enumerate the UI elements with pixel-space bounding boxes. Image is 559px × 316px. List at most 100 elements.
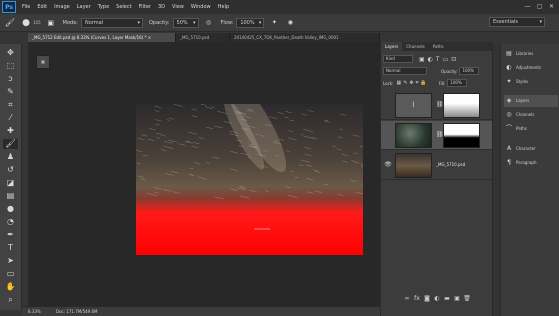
brush-tool-icon[interactable]: 🖌 bbox=[4, 17, 16, 29]
pressure-size-icon[interactable]: ◉ bbox=[284, 17, 296, 29]
lasso-tool-icon[interactable]: ↄ bbox=[3, 74, 18, 84]
new-group-icon[interactable]: ▬ bbox=[442, 294, 452, 304]
airbrush-icon[interactable]: ✦ bbox=[268, 17, 280, 29]
panel-libraries[interactable]: ▤ Libraries bbox=[504, 48, 558, 60]
tab-layers[interactable]: Layers bbox=[381, 42, 403, 51]
lock-fill-row: Lock: ▦✎✥⌗🔒 Fill: 100% bbox=[383, 78, 491, 88]
layer-opacity-field[interactable]: 100% bbox=[459, 67, 480, 75]
crop-tool-icon[interactable]: ⌗ bbox=[3, 100, 18, 110]
layers-panel-tabs: Layers Channels Paths bbox=[381, 42, 493, 51]
new-layer-icon[interactable]: ▣ bbox=[452, 294, 462, 304]
quick-select-tool-icon[interactable]: ✎ bbox=[3, 87, 18, 97]
move-tool-icon[interactable]: ✥ bbox=[3, 48, 18, 58]
type-tool-icon[interactable]: T bbox=[3, 243, 18, 253]
opacity-field[interactable]: 50% bbox=[172, 17, 199, 28]
menu-view[interactable]: View bbox=[172, 4, 184, 10]
shape-tool-icon[interactable]: ▭ bbox=[3, 269, 18, 279]
menu-image[interactable]: Image bbox=[54, 4, 70, 10]
menu-file[interactable]: File bbox=[22, 4, 30, 10]
fill-field[interactable]: 100% bbox=[447, 79, 468, 87]
menu-type[interactable]: Type bbox=[98, 4, 109, 10]
eye-icon[interactable]: 👁 bbox=[384, 161, 392, 169]
blend-opacity-row: Normal Opacity: 100% bbox=[383, 66, 491, 76]
tab-channels[interactable]: Channels bbox=[402, 42, 429, 51]
lock-icons[interactable]: ▦✎✥⌗🔒 bbox=[396, 80, 428, 86]
kind-filter-dropdown[interactable]: Kind bbox=[383, 55, 413, 63]
panel-channels[interactable]: ◎ Channels bbox=[504, 109, 558, 121]
document-canvas[interactable] bbox=[136, 104, 363, 255]
adjustments-icon: ◐ bbox=[506, 64, 512, 71]
healing-tool-icon[interactable]: ✚ bbox=[3, 126, 18, 136]
panel-label: Styles bbox=[516, 79, 529, 84]
brush-size[interactable]: 105 bbox=[33, 20, 41, 25]
tab-document-3[interactable]: 20140425_CX_TOX_Panther_Death Valley_IMG… bbox=[230, 33, 380, 42]
panel-character[interactable]: A Character bbox=[504, 143, 558, 155]
layer-name[interactable]: _MG_5710.psd bbox=[436, 162, 465, 167]
layer-mask-thumbnail[interactable] bbox=[443, 93, 480, 118]
layer-row-image-mask[interactable]: ⛓ bbox=[381, 121, 493, 150]
layer-opacity-label: Opacity: bbox=[441, 68, 458, 74]
visibility-toggle[interactable] bbox=[384, 131, 392, 139]
layers-panel: Layers Channels Paths Kind ▣◐T▭⊡ Normal … bbox=[380, 42, 493, 316]
marquee-tool-icon[interactable]: ⬚ bbox=[3, 61, 18, 71]
filter-icons[interactable]: ▣◐T▭⊡ bbox=[419, 56, 459, 63]
zoom-level[interactable]: 8.33% bbox=[28, 309, 41, 314]
panel-paths[interactable]: ⌒ Paths bbox=[504, 123, 558, 135]
mode-label: Mode: bbox=[62, 19, 78, 26]
gradient-tool-icon[interactable]: ▤ bbox=[3, 191, 18, 201]
brush-tool-icon[interactable]: 🖌 bbox=[3, 139, 18, 149]
eyedropper-tool-icon[interactable]: ⁄ bbox=[3, 113, 18, 123]
panel-label: Paths bbox=[516, 126, 527, 131]
layer-mask-thumbnail[interactable] bbox=[443, 123, 480, 148]
collapsed-panels-dock: ▤ Libraries ◐ Adjustments ✦ Styles ◈ Lay… bbox=[500, 44, 559, 316]
panel-styles[interactable]: ✦ Styles bbox=[504, 76, 558, 88]
tab-document-2[interactable]: _MG_5710.psd bbox=[176, 33, 230, 42]
workspace-dropdown[interactable]: Essentials bbox=[489, 17, 545, 27]
menu-3d[interactable]: 3D bbox=[158, 4, 165, 10]
mode-dropdown[interactable]: Normal bbox=[80, 17, 143, 28]
pen-tool-icon[interactable]: ✒ bbox=[3, 230, 18, 240]
zoom-tool-icon[interactable]: ⌕ bbox=[3, 295, 18, 305]
menu-select[interactable]: Select bbox=[116, 4, 131, 10]
panel-layers[interactable]: ◈ Layers bbox=[504, 95, 558, 107]
panel-adjustments[interactable]: ◐ Adjustments bbox=[504, 62, 558, 74]
maximize-icon[interactable]: ▢ bbox=[535, 2, 544, 11]
eraser-tool-icon[interactable]: ◪ bbox=[3, 178, 18, 188]
flow-field[interactable]: 100% bbox=[236, 17, 265, 28]
menu-filter[interactable]: Filter bbox=[139, 4, 151, 10]
delete-layer-icon[interactable]: 🗑 bbox=[462, 294, 472, 304]
tab-document-active[interactable]: _MG_5712 Edit.psd @ 8.33% (Curves 1, Lay… bbox=[28, 33, 176, 42]
menu-layer[interactable]: Layer bbox=[77, 4, 91, 10]
menu-window[interactable]: Window bbox=[191, 4, 211, 10]
history-brush-tool-icon[interactable]: ↺ bbox=[3, 165, 18, 175]
add-mask-icon[interactable]: ◙ bbox=[422, 294, 432, 304]
minimize-icon[interactable]: — bbox=[523, 2, 532, 11]
document-tabs: _MG_5712 Edit.psd @ 8.33% (Curves 1, Lay… bbox=[28, 33, 380, 42]
layer-row-base[interactable]: 👁 _MG_5710.psd bbox=[381, 151, 493, 180]
layer-row-curves[interactable]: ⌇ ⛓ bbox=[381, 91, 493, 120]
brush-preset-icon[interactable]: ● bbox=[20, 17, 32, 29]
dodge-tool-icon[interactable]: ◔ bbox=[3, 217, 18, 227]
path-select-tool-icon[interactable]: ➤ bbox=[3, 256, 18, 266]
pressure-opacity-icon[interactable]: ◎ bbox=[203, 17, 215, 29]
blend-mode-dropdown[interactable]: Normal bbox=[383, 67, 427, 75]
document-size: Doc: 171.7M/549.6M bbox=[56, 309, 98, 314]
panel-label: Paragraph bbox=[516, 160, 537, 165]
curves-adjustment-icon: ⌇ bbox=[395, 93, 432, 118]
close-icon[interactable]: ✕ bbox=[547, 2, 556, 11]
menu-edit[interactable]: Edit bbox=[37, 4, 47, 10]
clone-stamp-tool-icon[interactable]: ♟ bbox=[3, 152, 18, 162]
adjustment-layer-icon[interactable]: ◐ bbox=[432, 294, 442, 304]
visibility-toggle[interactable] bbox=[384, 101, 392, 109]
menu-help[interactable]: Help bbox=[218, 4, 229, 10]
panel-paragraph[interactable]: ¶ Paragraph bbox=[504, 157, 558, 169]
layers-icon: ◈ bbox=[506, 97, 512, 104]
brush-panel-toggle-icon[interactable]: ▣ bbox=[45, 17, 57, 29]
blur-tool-icon[interactable]: ● bbox=[3, 204, 18, 214]
tab-paths[interactable]: Paths bbox=[429, 42, 448, 51]
link-layers-icon[interactable]: ∞ bbox=[402, 294, 412, 304]
document-thumbnail-icon[interactable]: ▦ bbox=[36, 55, 50, 69]
styles-icon: ✦ bbox=[506, 78, 512, 85]
hand-tool-icon[interactable]: ✋ bbox=[3, 282, 18, 292]
layer-style-icon[interactable]: fx bbox=[412, 294, 422, 304]
